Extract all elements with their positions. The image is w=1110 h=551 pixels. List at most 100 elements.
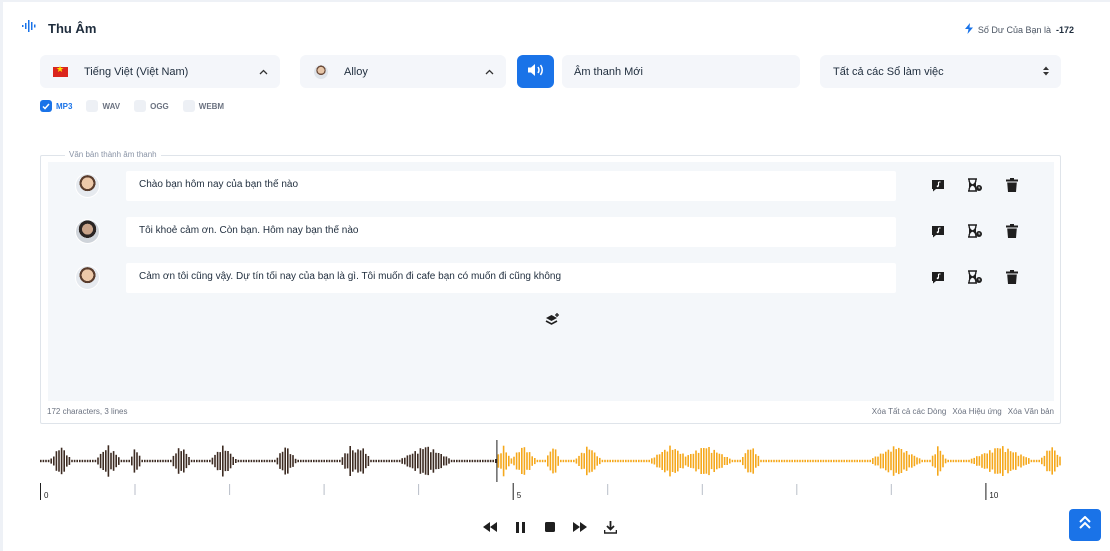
waveform-bar [323,459,325,463]
waveform-bar [97,457,99,465]
waveform-bar [1059,456,1061,466]
waveform-bar [578,455,580,466]
waveform-bar [560,459,562,463]
language-select[interactable]: Tiếng Việt (Việt Nam) [40,55,280,88]
format-wav[interactable]: WAV [86,100,120,112]
trash-icon[interactable] [1004,223,1020,239]
waveform-bar [500,453,502,469]
waveform-bar [123,459,125,463]
trash-icon[interactable] [1004,269,1020,285]
fast-forward-icon[interactable] [572,519,588,535]
line-actions [930,223,1020,239]
voice-effect-icon[interactable] [930,223,946,239]
waveform-bar [86,459,89,463]
waveform-bar [53,456,55,466]
line-text-input[interactable]: Tôi khoẻ cảm ơn. Còn bạn. Hôm nay bạn th… [126,217,896,247]
waveform-bar [227,451,229,471]
clear-effects-link[interactable]: Xóa Hiệu ứng [952,407,1001,416]
waveform-bar [149,459,151,463]
checkbox[interactable] [134,100,147,112]
waveform-bar [643,459,645,463]
waveform-bar [92,459,94,463]
waveform-bar [224,450,227,472]
waveform-bar [482,459,484,463]
waveform-bar [859,459,861,463]
waveform-bar [240,459,242,463]
waveform-bar [729,458,731,464]
waveform-bar [825,459,827,463]
format-webm[interactable]: WEBM [182,100,224,112]
waveform-bar [638,459,640,463]
scroll-to-top-button[interactable] [1069,509,1101,541]
stop-icon[interactable] [542,519,558,535]
voice-select[interactable]: Alloy [300,55,506,88]
waveform-bar [313,459,315,463]
checkbox[interactable] [86,100,99,112]
waveform-bar [170,459,172,463]
waveform-bar [970,458,973,464]
waveform-bar [474,459,476,463]
preview-voice-button[interactable] [517,55,554,88]
waveform-bar [528,452,531,470]
waveform-bar [471,459,474,463]
speaker-avatar[interactable] [75,173,100,198]
waveform-bar [786,459,788,463]
waveform-bar [835,459,838,463]
waveform-bar [900,449,903,473]
pause-icon[interactable] [512,519,528,535]
line-text-input[interactable]: Chào bạn hôm nay của bạn thế nào [126,171,896,201]
waveform-bar [877,456,879,466]
clear-text-link[interactable]: Xóa Văn bản [1008,407,1054,416]
voice-effect-icon[interactable] [930,177,946,193]
waveform-bar [757,455,760,467]
waveform-bar [817,459,819,463]
waveform-bar [924,459,926,463]
waveform-bar [809,459,812,463]
pause-timer-icon[interactable] [967,223,983,239]
waveform-bar [666,451,669,471]
rewind-icon[interactable] [482,519,498,535]
waveform-bar [112,451,115,471]
clear-all-lines-link[interactable]: Xóa Tất cả các Dòng [872,407,947,416]
waveform-bar [352,450,354,472]
waveform-bar [339,459,341,463]
workspace-select[interactable]: Tất cả các Sổ làm việc [820,55,1061,88]
waveform-bar [406,455,409,467]
waveform-bar [453,459,455,463]
format-ogg[interactable]: OGG [134,100,169,112]
balance-value: -172 [1055,24,1074,35]
waveform-bar [237,459,240,463]
waveform-bar [432,449,435,473]
lightning-icon [964,23,973,36]
timeline-tick [40,483,41,500]
waveform-bar [913,455,916,467]
waveform-bar [648,459,650,463]
waveform-bar [557,456,559,466]
format-mp3[interactable]: MP3 [40,100,72,112]
waveform-bar [60,447,63,475]
sound-name-input[interactable]: Âm thanh Mới [562,55,800,88]
waveform-bar [591,450,593,472]
waveform-bar [328,459,331,463]
checkbox-checked[interactable] [40,100,52,112]
speaker-avatar[interactable] [75,219,100,244]
voice-effect-icon[interactable] [930,269,946,285]
pause-timer-icon[interactable] [967,177,983,193]
checkbox[interactable] [182,100,195,112]
waveform-bar [942,454,944,468]
waveform-bar [606,459,609,463]
pause-timer-icon[interactable] [967,269,983,285]
speaker-avatar[interactable] [75,265,100,290]
audio-waveform[interactable]: 0 5 10 [40,440,1061,500]
timeline-tick [701,484,703,495]
line-text-input[interactable]: Cảm ơn tôi cũng vậy. Dự tín tối nay của … [126,263,896,293]
waveform-bar [690,454,692,468]
trash-icon[interactable] [1004,177,1020,193]
waveform-bar [713,449,715,472]
waveform-bar [79,459,81,463]
waveform-bar [279,453,281,469]
waveform-bar [305,459,307,463]
download-icon[interactable] [602,519,618,535]
add-line-icon[interactable] [544,312,560,328]
waveform-bar [58,450,60,472]
